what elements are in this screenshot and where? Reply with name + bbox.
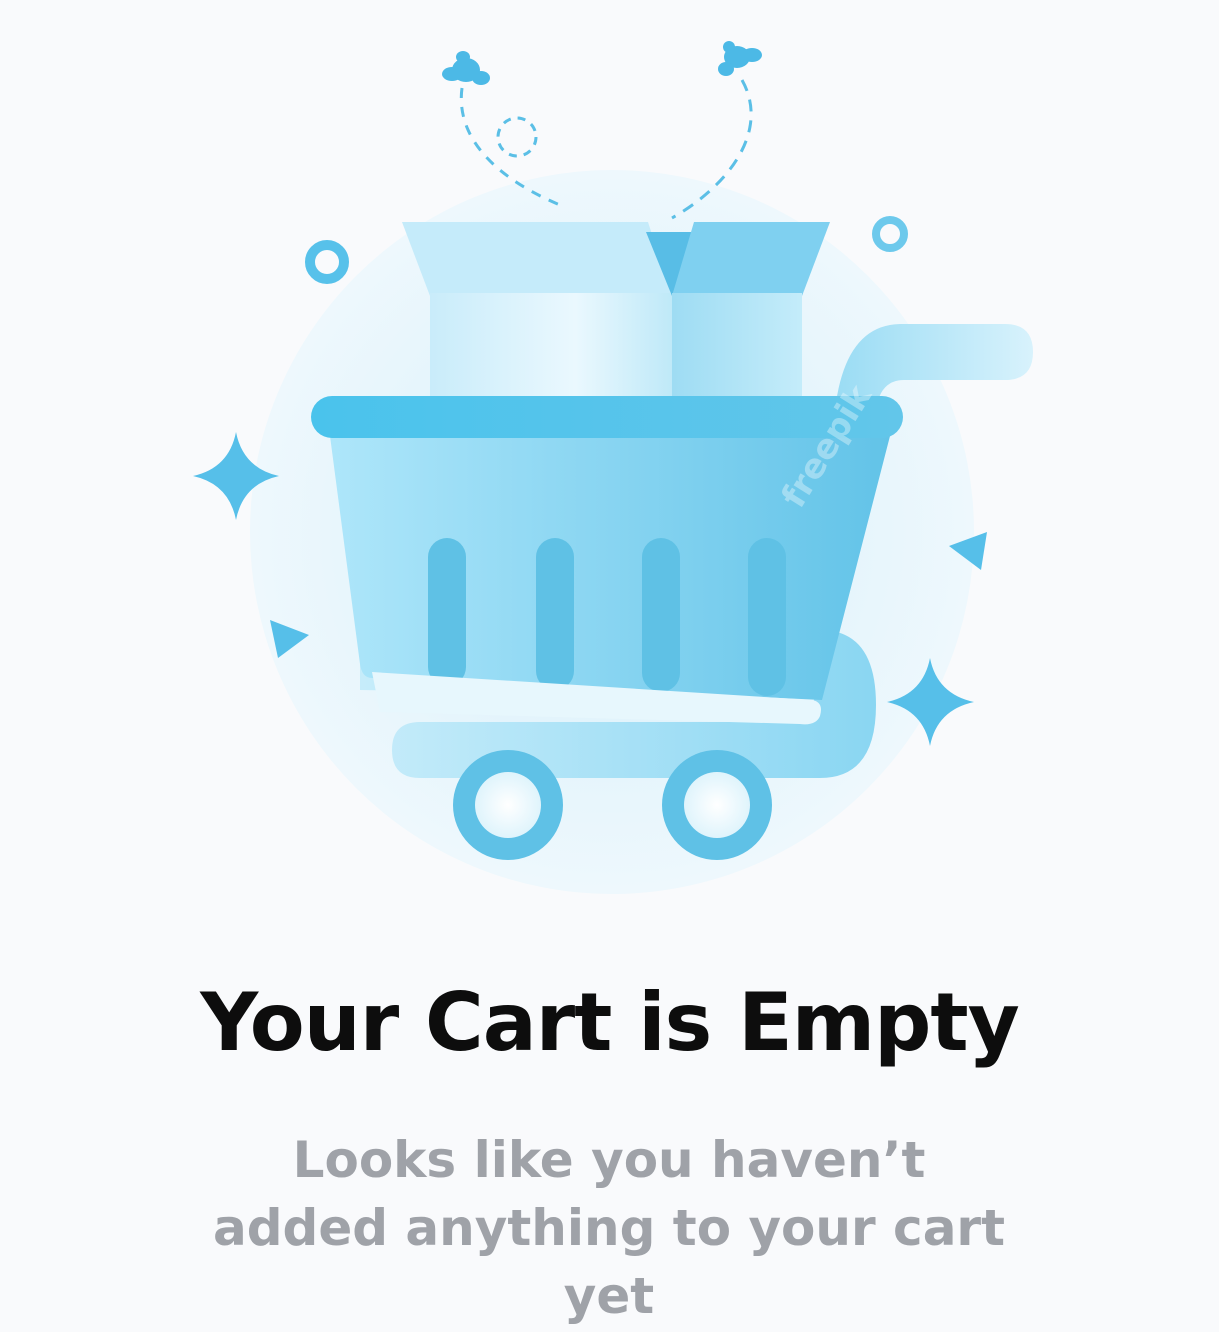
empty-cart-illustration: freepik	[0, 0, 1219, 900]
shopping-cart-icon: freepik	[193, 41, 1033, 894]
empty-cart-subtitle: Looks like you haven’t added anything to…	[213, 1131, 1005, 1325]
empty-cart-screen: freepik Your Cart is Empty Looks like yo…	[0, 0, 1219, 1332]
empty-cart-title: Your Cart is Empty	[200, 976, 1020, 1069]
